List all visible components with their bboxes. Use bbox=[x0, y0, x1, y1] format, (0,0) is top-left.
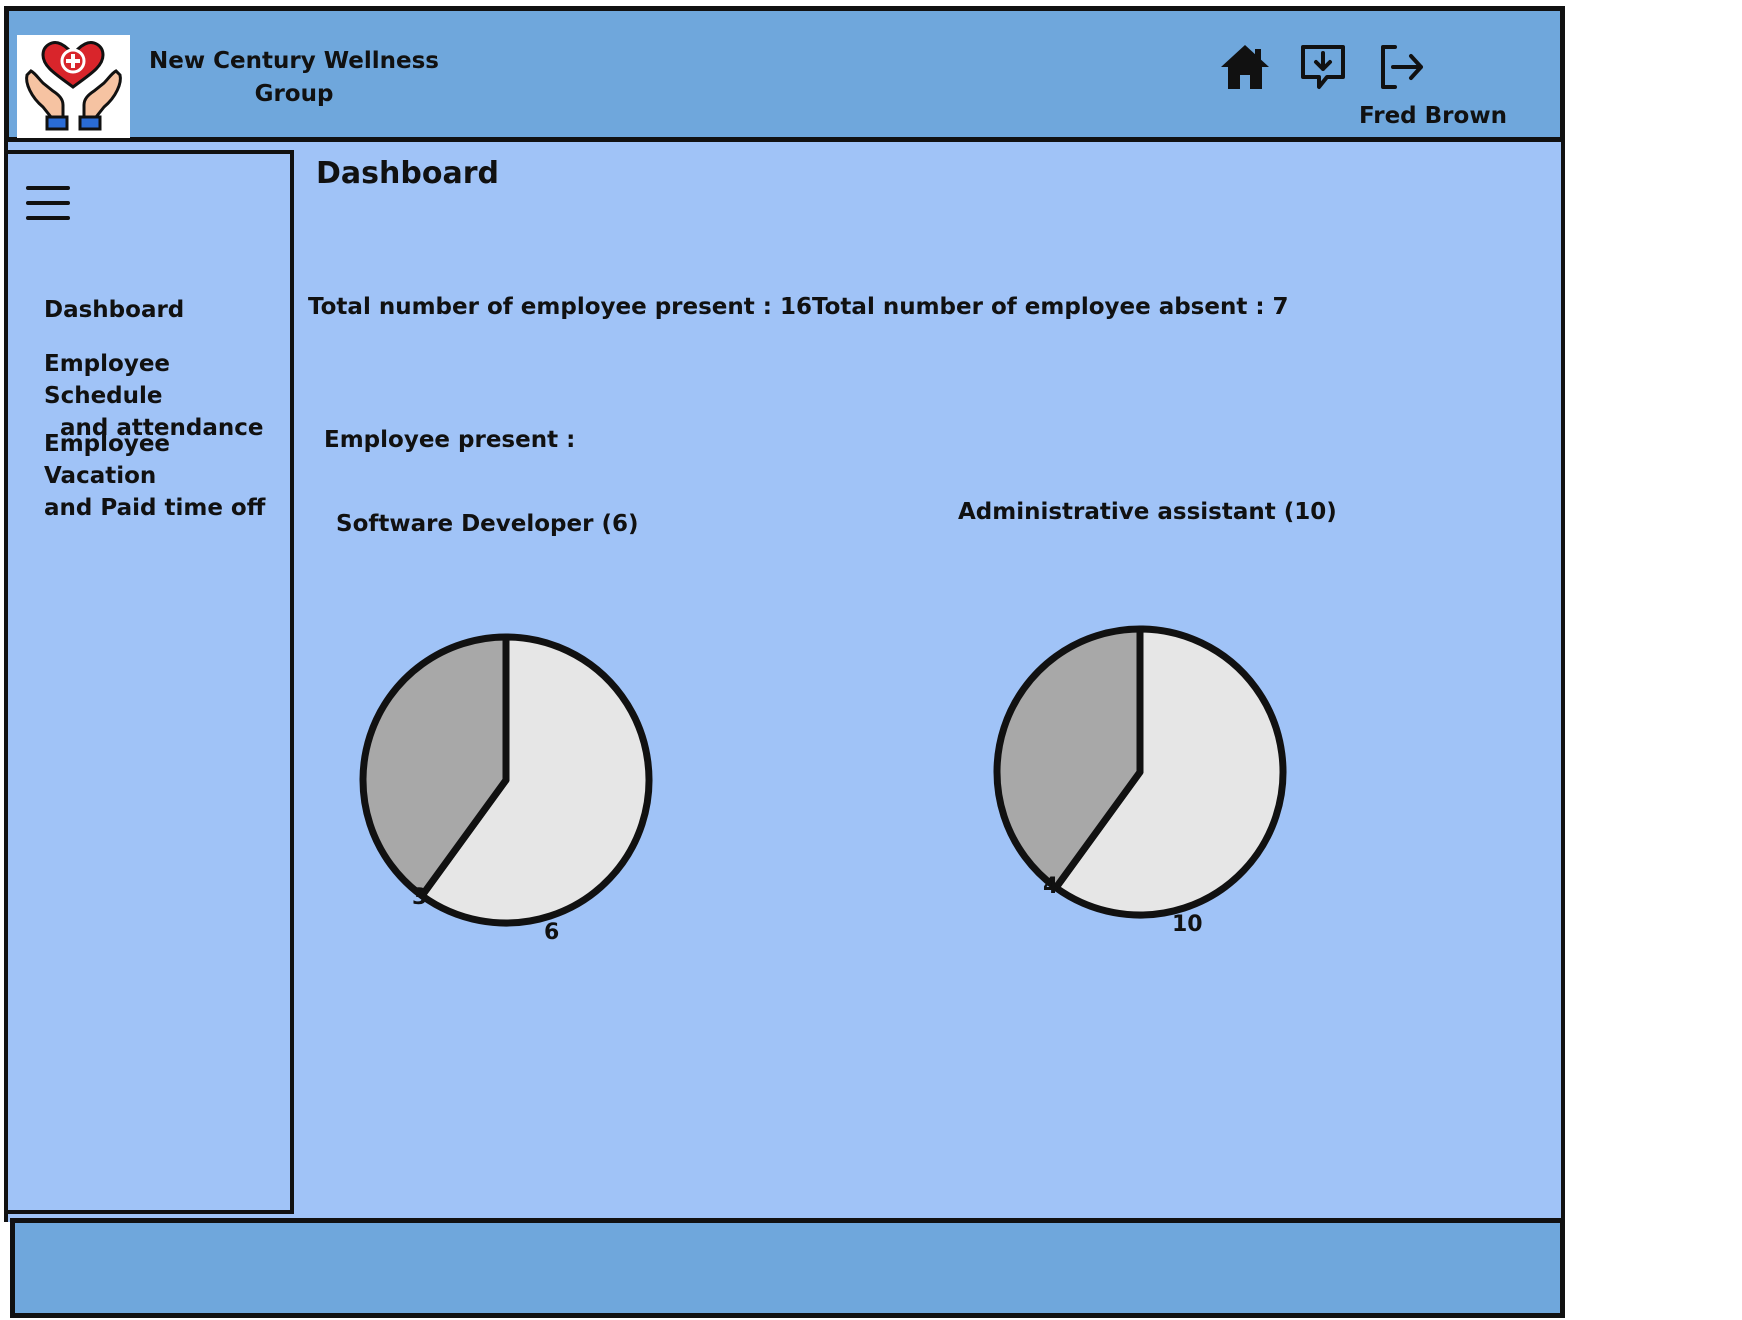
sidebar-item-vacation-pto[interactable]: Employee Vacation and Paid time off bbox=[44, 428, 290, 524]
present-count: Total number of employee present : 16 bbox=[308, 294, 812, 320]
company-name-line1: New Century Wellness bbox=[149, 48, 439, 74]
sidebar-item-label: Dashboard bbox=[44, 297, 185, 323]
chart-title-administrative-assistant: Administrative assistant (10) bbox=[958, 499, 1337, 525]
logo bbox=[17, 35, 130, 138]
company-name-line2: Group bbox=[254, 81, 334, 107]
pie-slice-label: 3 bbox=[412, 885, 428, 910]
footer-bar bbox=[10, 1218, 1565, 1318]
hands-heart-logo-icon bbox=[25, 41, 122, 131]
user-name[interactable]: Fred Brown bbox=[1359, 103, 1507, 129]
pie-slice-label: 6 bbox=[544, 920, 560, 945]
absent-count: Total number of employee absent : 7 bbox=[812, 294, 1289, 320]
pie-slice-label: 4 bbox=[1043, 874, 1059, 899]
logout-icon[interactable] bbox=[1375, 41, 1427, 93]
pie-slice-label: 10 bbox=[1172, 912, 1203, 937]
sidebar-item-label-line2: and Paid time off bbox=[44, 495, 266, 521]
employee-present-label: Employee present : bbox=[324, 427, 576, 453]
pie-chart-software-developer bbox=[359, 633, 653, 927]
chart-title-software-developer: Software Developer (6) bbox=[336, 511, 639, 537]
header-bar: New Century Wellness Group Fred Brown bbox=[4, 6, 1565, 142]
sidebar-item-label: Employee Schedule bbox=[44, 351, 171, 409]
hamburger-menu-icon[interactable] bbox=[26, 186, 70, 226]
download-message-icon[interactable] bbox=[1297, 41, 1349, 93]
pie-chart-administrative-assistant bbox=[993, 625, 1287, 919]
app-window: New Century Wellness Group Fred Brown Da… bbox=[0, 0, 1742, 1320]
company-name: New Century Wellness Group bbox=[149, 45, 439, 111]
sidebar-item-dashboard[interactable]: Dashboard bbox=[44, 294, 184, 326]
page-title: Dashboard bbox=[316, 156, 499, 191]
sidebar-item-label: Employee Vacation bbox=[44, 431, 171, 489]
sidebar: Dashboard Employee Schedule and attendan… bbox=[4, 150, 294, 1214]
home-icon[interactable] bbox=[1219, 41, 1271, 93]
